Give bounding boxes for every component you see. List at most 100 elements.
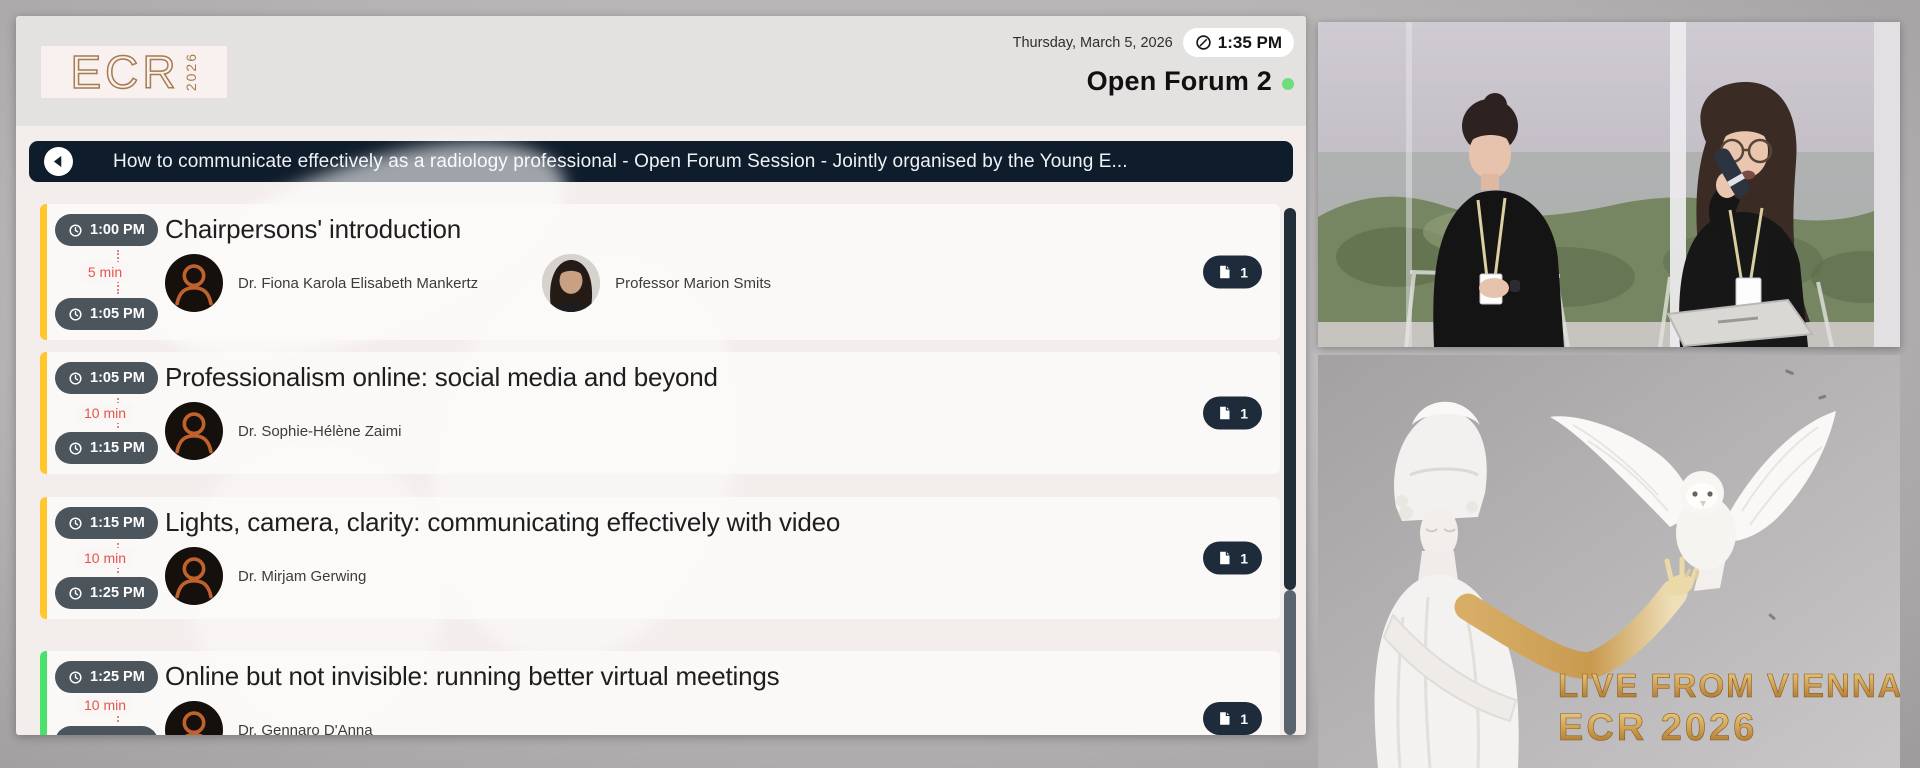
speaker-list: Dr. Gennaro D'Anna	[165, 701, 1160, 735]
session-content: Lights, camera, clarity: communicating e…	[165, 507, 1160, 605]
attachments-count: 1	[1240, 264, 1248, 280]
person-icon	[175, 412, 213, 454]
attachments-badge[interactable]: 1	[1203, 255, 1262, 289]
clock-badge: 1:35 PM	[1182, 28, 1294, 57]
panel-header: ECR 2026 Thursday, March 5, 2026 1:35 PM…	[16, 16, 1306, 126]
room-row: Open Forum 2	[1087, 66, 1294, 97]
start-time-label: 1:05 PM	[90, 370, 145, 386]
session-title-text: How to communicate effectively as a radi…	[113, 150, 1128, 172]
speakers-video-illustration	[1318, 22, 1900, 347]
clock-icon	[69, 441, 82, 455]
start-time-badge: 1:25 PM	[55, 661, 158, 693]
talk-title: Chairpersons' introduction	[165, 214, 462, 244]
session-accent-bar	[40, 497, 47, 619]
end-time-badge: 1:35 PM	[55, 726, 158, 735]
speaker: Dr. Sophie-Hélène Zaimi	[165, 402, 401, 460]
end-time-label: 1:25 PM	[90, 585, 145, 601]
clock-icon	[69, 371, 82, 385]
ecr-logo: ECR 2026	[40, 45, 228, 99]
attachments-count: 1	[1240, 550, 1248, 566]
speaker-name: Professor Marion Smits	[615, 274, 771, 292]
attachments-badge[interactable]: 1	[1203, 702, 1262, 735]
scrollbar-thumb[interactable]	[1284, 208, 1296, 590]
session-accent-bar	[40, 352, 47, 474]
session-item[interactable]: 1:00 PM 5 min 1:05 PM Chairpersons' intr…	[40, 204, 1280, 340]
session-list: 1:00 PM 5 min 1:05 PM Chairpersons' intr…	[40, 204, 1280, 735]
duration-label: 10 min	[76, 403, 134, 423]
talk-title: Lights, camera, clarity: communicating e…	[165, 507, 841, 537]
session-item[interactable]: 1:05 PM 10 min 1:15 PM Professionalism o…	[40, 352, 1280, 474]
speaker-name: Dr. Sophie-Hélène Zaimi	[238, 422, 402, 440]
speaker-avatar	[542, 254, 601, 312]
end-time-label: 1:35 PM	[90, 734, 145, 735]
person-icon	[175, 557, 213, 599]
speaker-list: Dr. Mirjam Gerwing	[165, 547, 1160, 605]
live-indicator-dot	[1282, 77, 1294, 90]
speaker: Dr. Mirjam Gerwing	[165, 547, 366, 605]
speaker: Dr. Gennaro D'Anna	[165, 701, 373, 735]
back-icon	[53, 155, 62, 168]
date-time-row: Thursday, March 5, 2026 1:35 PM	[1013, 28, 1294, 57]
date-label: Thursday, March 5, 2026	[1012, 34, 1173, 51]
live-from-vienna-text: LIVE FROM VIENNA	[1558, 667, 1900, 704]
speaker-avatar	[165, 547, 223, 605]
room-title: Open Forum 2	[1086, 66, 1272, 96]
start-time-label: 1:25 PM	[90, 669, 145, 685]
live-video-panel	[1318, 22, 1900, 347]
ecr-logo-year: 2026	[182, 52, 199, 92]
screen: ECR 2026 Thursday, March 5, 2026 1:35 PM…	[0, 0, 1920, 768]
start-time-label: 1:15 PM	[90, 515, 145, 531]
session-item[interactable]: 1:25 PM 10 min 1:35 PM Online but not in…	[40, 651, 1280, 735]
start-time-label: 1:00 PM	[90, 222, 145, 238]
speaker-name: Dr. Gennaro D'Anna	[238, 721, 373, 736]
session-content: Online but not invisible: running better…	[165, 661, 1160, 735]
back-button[interactable]	[44, 147, 73, 176]
ecr-2026-text: ECR 2026	[1558, 707, 1757, 749]
start-time-badge: 1:15 PM	[55, 507, 158, 539]
speaker-list: Dr. Sophie-Hélène Zaimi	[165, 402, 1160, 460]
clock-icon	[69, 670, 82, 684]
session-item[interactable]: 1:15 PM 10 min 1:25 PM Lights, camera, c…	[40, 497, 1280, 619]
clock-icon	[69, 516, 82, 530]
document-icon	[1220, 551, 1230, 565]
attachments-count: 1	[1240, 710, 1248, 727]
document-icon	[1220, 265, 1230, 279]
ecr-logo-text: ECR	[70, 46, 180, 98]
end-time-badge: 1:25 PM	[55, 577, 158, 609]
person-icon	[175, 264, 213, 306]
statue-illustration: LIVE FROM VIENNA ECR 2026	[1318, 355, 1900, 768]
statue-panel: LIVE FROM VIENNA ECR 2026	[1318, 355, 1900, 768]
attachments-badge[interactable]: 1	[1203, 396, 1262, 430]
end-time-badge: 1:15 PM	[55, 432, 158, 464]
current-time: 1:35 PM	[1217, 32, 1282, 52]
duration-label: 5 min	[80, 262, 130, 282]
attachments-count: 1	[1240, 405, 1248, 421]
attachments-badge[interactable]: 1	[1203, 541, 1262, 575]
scrollbar[interactable]	[1284, 208, 1296, 735]
speaker-avatar	[165, 701, 223, 735]
speaker-list: Dr. Fiona Karola Elisabeth Mankertz Prof…	[165, 254, 1160, 312]
end-time-badge: 1:05 PM	[55, 298, 158, 330]
start-time-badge: 1:05 PM	[55, 362, 158, 394]
speaker-avatar	[165, 254, 223, 312]
speaker-avatar	[165, 402, 223, 460]
speaker: Professor Marion Smits	[542, 254, 771, 312]
session-accent-bar	[40, 651, 47, 735]
clock-icon	[1196, 35, 1211, 50]
talk-title: Professionalism online: social media and…	[165, 362, 718, 392]
speaker-name: Dr. Mirjam Gerwing	[238, 567, 367, 585]
person-icon	[182, 711, 206, 735]
schedule-panel: ECR 2026 Thursday, March 5, 2026 1:35 PM…	[16, 16, 1306, 735]
speaker-photo	[542, 254, 601, 312]
duration-label: 10 min	[76, 548, 134, 568]
scrollbar-track	[1284, 590, 1296, 735]
duration-label: 10 min	[76, 695, 134, 715]
speaker: Dr. Fiona Karola Elisabeth Mankertz	[165, 254, 478, 312]
clock-icon	[69, 223, 82, 237]
session-accent-bar	[40, 204, 47, 340]
speaker-name: Dr. Fiona Karola Elisabeth Mankertz	[238, 274, 479, 292]
clock-icon	[69, 586, 82, 600]
document-icon	[1220, 712, 1230, 725]
end-time-label: 1:05 PM	[90, 306, 145, 322]
session-title-bar: How to communicate effectively as a radi…	[29, 141, 1293, 182]
